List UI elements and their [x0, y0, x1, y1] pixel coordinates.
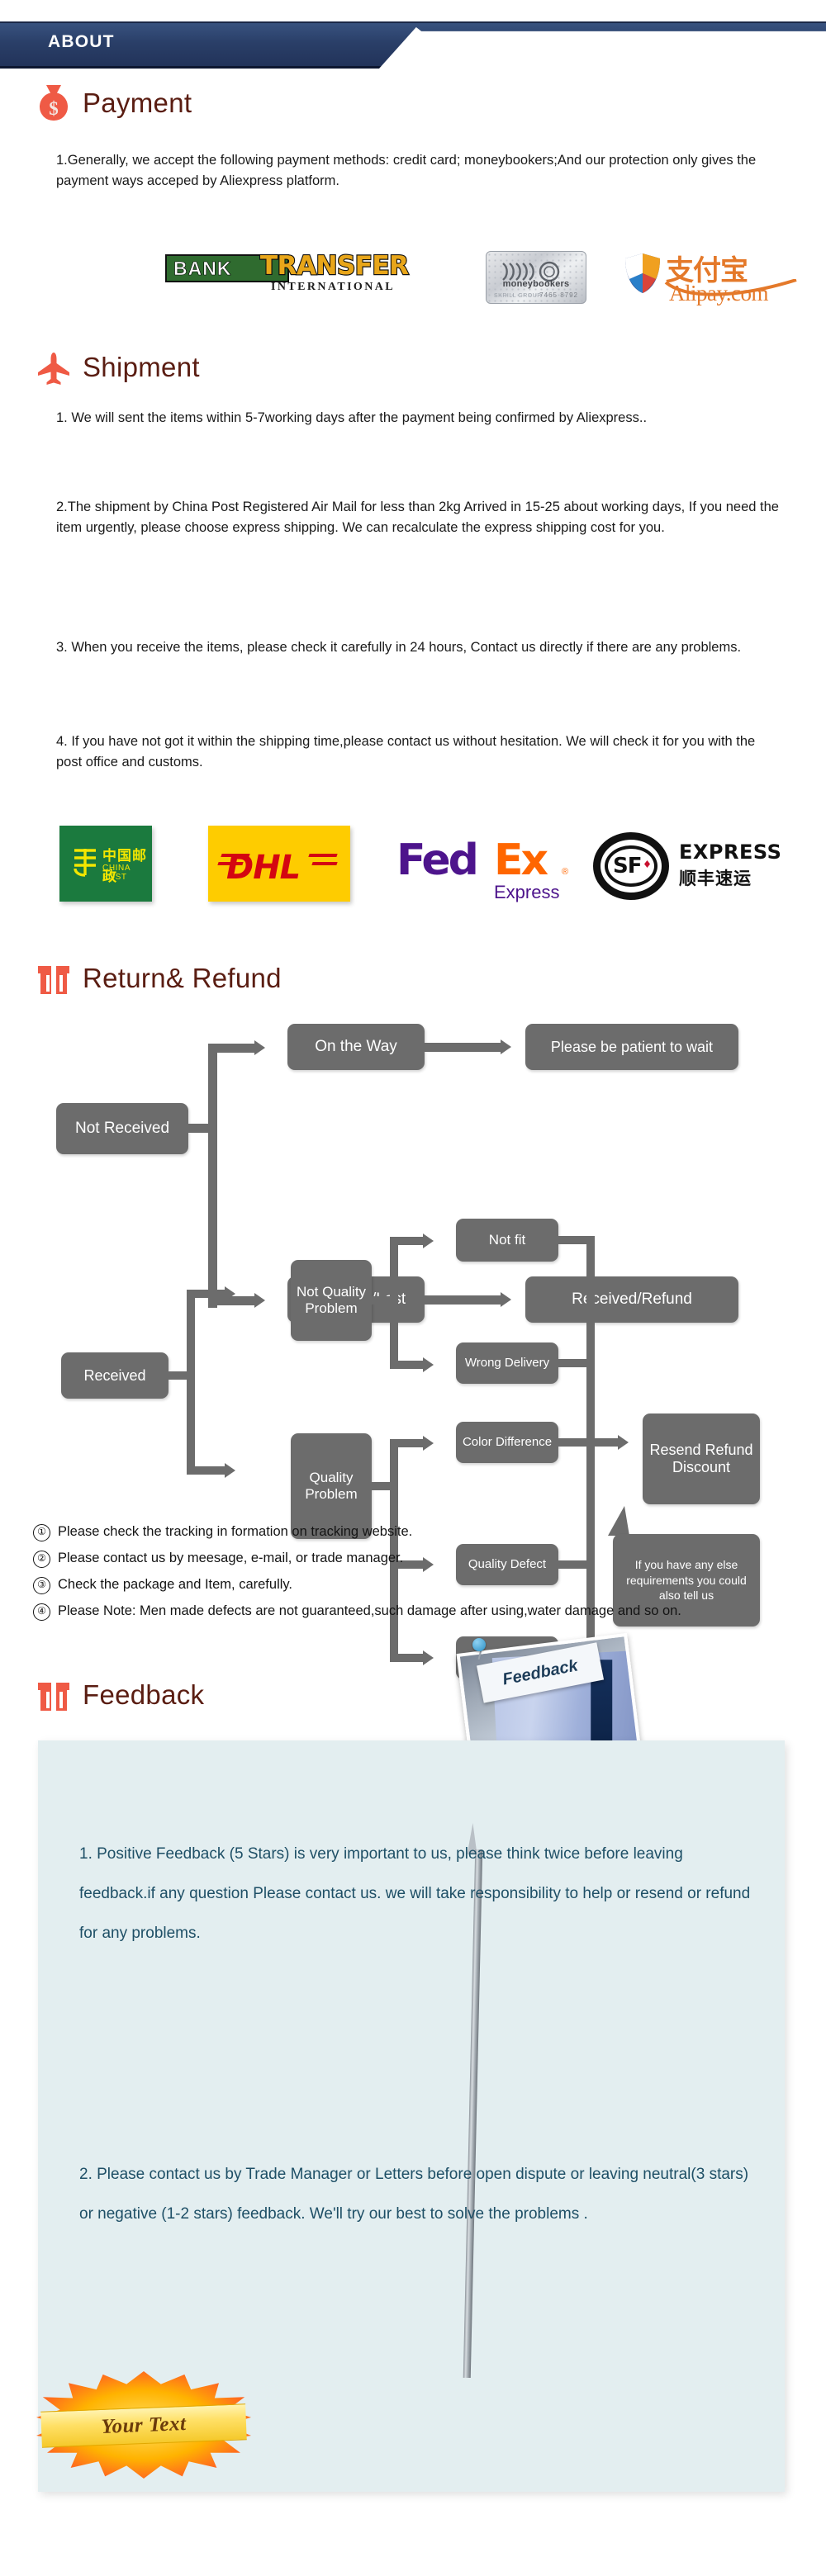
sf-express-logo: SF EXPRESS 顺丰速运 [593, 827, 781, 907]
list-item: ② Please contact us by meesage, e-mail, … [33, 1549, 801, 1568]
returns-heading: Return& Refund [36, 959, 282, 997]
list-number: ② [33, 1551, 50, 1568]
flow-node-not-fit: Not fit [456, 1219, 558, 1262]
dhl-logo: DHL [208, 826, 350, 902]
fedex-word1: Fed [396, 836, 479, 885]
courier-logo-row: 中国邮政 CHINA POST DHL Fed Ex ® Express SF … [0, 819, 826, 918]
payment-heading: $ Payment [36, 84, 192, 122]
fedex-logo: Fed Ex ® Express [396, 829, 570, 908]
alipay-logo: 支付宝 Alipay.com [624, 246, 798, 307]
flow-node-wrong-delivery: Wrong Delivery [456, 1342, 558, 1384]
flow-node-be-patient: Please be patient to wait [525, 1024, 738, 1070]
fedex-word2: Ex [494, 836, 548, 885]
moneybookers-sub: SKRILL GROUP [494, 293, 542, 299]
shipment-paragraph-1: 1. We will sent the items within 5-7work… [56, 410, 648, 425]
moneybookers-number: 7465 8792 [539, 291, 578, 299]
feedback-photo-sign-text: Feedback [501, 1655, 580, 1689]
sf-english: EXPRESS [679, 841, 782, 864]
gift-box-icon [36, 1676, 71, 1714]
china-post-logo: 中国邮政 CHINA POST [59, 826, 152, 902]
payment-body: 1.Generally, we accept the following pay… [56, 153, 757, 188]
list-item: ③ Check the package and Item, carefully. [33, 1575, 801, 1594]
list-number: ① [33, 1524, 50, 1541]
feedback-title: Feedback [83, 1679, 205, 1710]
returns-title: Return& Refund [83, 963, 282, 993]
shipment-paragraph-3: 3. When you receive the items, please ch… [56, 640, 742, 655]
flow-node-received: Received [61, 1352, 169, 1399]
your-text-label: Your Text [101, 2413, 187, 2438]
china-post-mark-icon [74, 849, 96, 877]
list-text: Check the package and Item, carefully. [58, 1577, 293, 1592]
bank-transfer-word2: TRANSFER [260, 251, 409, 281]
china-post-english: CHINA POST [102, 864, 131, 882]
shipment-title: Shipment [83, 352, 200, 382]
shipment-paragraph-2: 2.The shipment by China Post Registered … [56, 500, 779, 535]
payment-title: Payment [83, 88, 192, 118]
about-page: ABOUT $ Payment 1.Generally, we accept t… [0, 0, 826, 2576]
bank-transfer-sub: INTERNATIONAL [271, 281, 395, 293]
ribbon-label: ABOUT [48, 32, 115, 51]
moneybookers-word: moneybookers [502, 279, 570, 289]
list-number: ④ [33, 1603, 50, 1621]
push-pin-icon [472, 1638, 486, 1651]
list-text: Please check the tracking in formation o… [58, 1524, 413, 1539]
bank-transfer-word1: BANK [173, 258, 232, 280]
flow-node-not-received: Not Received [56, 1103, 188, 1154]
alipay-english: Alipay.com [669, 281, 768, 305]
flow-node-not-quality-problem: Not Quality Problem [291, 1260, 372, 1341]
shipment-heading: Shipment [36, 348, 200, 386]
feedback-paragraph-2: 2. Please contact us by Trade Manager or… [79, 2166, 749, 2223]
your-text-banner: Your Text [36, 2371, 251, 2479]
about-ribbon: ABOUT [0, 21, 826, 69]
fedex-sub: Express [494, 882, 560, 902]
list-item: ① Please check the tracking in formation… [33, 1522, 801, 1541]
flow-node-color-difference: Color Difference [456, 1422, 558, 1463]
list-number: ③ [33, 1577, 50, 1594]
airplane-icon [36, 348, 71, 386]
sf-chinese: 顺丰速运 [679, 869, 752, 888]
alipay-shield-icon [625, 253, 660, 293]
money-bag-icon: $ [36, 84, 71, 122]
feedback-heading: Feedback [36, 1676, 204, 1714]
flowchart-received: Received Not Quality Problem Not fit Wro… [0, 1204, 826, 1679]
sf-mark: SF [613, 854, 642, 878]
moneybookers-logo: moneybookers SKRILL GROUP 7465 8792 [486, 251, 586, 304]
list-item: ④ Please Note: Men made defects are not … [33, 1602, 760, 1621]
list-text: Please Note: Men made defects are not gu… [58, 1603, 681, 1618]
flowchart-not-received: Not Received On the Way Please be patien… [0, 1014, 826, 1323]
shipment-paragraph-4: 4. If you have not got it within the shi… [56, 734, 756, 769]
list-text: Please contact us by meesage, e-mail, or… [58, 1551, 404, 1565]
bank-transfer-logo: BANK TRANSFER TRANSFER INTERNATIONAL [165, 250, 410, 299]
flow-node-on-the-way: On the Way [287, 1024, 425, 1070]
fedex-registered-mark: ® [562, 867, 569, 877]
gift-box-icon [36, 959, 71, 997]
payment-logo-row: BANK TRANSFER TRANSFER INTERNATIONAL mon… [0, 244, 826, 309]
returns-notes-list: ① Please check the tracking in formation… [33, 1522, 801, 1628]
flow-node-resend-refund-discount: Resend Refund Discount [643, 1413, 760, 1504]
feedback-paragraph-1: 1. Positive Feedback (5 Stars) is very i… [79, 1845, 751, 1942]
